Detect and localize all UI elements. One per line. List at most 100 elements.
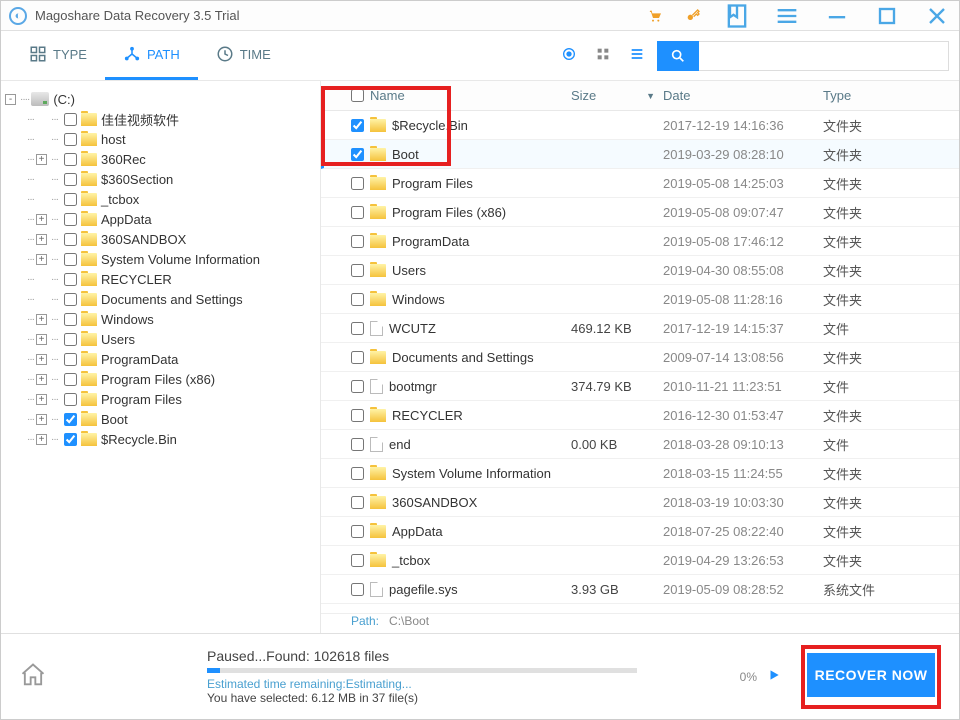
file-row[interactable]: _tcbox2019-04-29 13:26:53文件夹 bbox=[321, 546, 959, 575]
file-checkbox[interactable] bbox=[351, 409, 364, 422]
cart-icon[interactable] bbox=[647, 8, 663, 24]
expander-icon[interactable]: + bbox=[36, 234, 47, 245]
select-all-checkbox[interactable] bbox=[351, 89, 364, 102]
bookmark-icon[interactable] bbox=[723, 8, 751, 24]
expander-icon[interactable]: - bbox=[5, 94, 16, 105]
search-button[interactable] bbox=[657, 41, 699, 71]
expander-icon[interactable]: + bbox=[36, 254, 47, 265]
expander-icon[interactable]: + bbox=[36, 374, 47, 385]
file-checkbox[interactable] bbox=[351, 525, 364, 538]
tree-item[interactable]: ···+···Boot bbox=[1, 409, 320, 429]
file-row[interactable]: Program Files (x86)2019-05-08 09:07:47文件… bbox=[321, 198, 959, 227]
tree-item[interactable]: ···+···$Recycle.Bin bbox=[1, 429, 320, 449]
file-row[interactable]: WCUTZ469.12 KB2017-12-19 14:15:37文件 bbox=[321, 314, 959, 343]
maximize-icon[interactable] bbox=[873, 8, 901, 24]
preview-icon[interactable] bbox=[561, 46, 577, 65]
file-row[interactable]: pagefile.sys3.93 GB2019-05-09 08:28:52系统… bbox=[321, 575, 959, 604]
tree-item[interactable]: ··· ···RECYCLER bbox=[1, 269, 320, 289]
file-checkbox[interactable] bbox=[351, 496, 364, 509]
tree-item[interactable]: ··· ···$360Section bbox=[1, 169, 320, 189]
hamburger-icon[interactable] bbox=[773, 8, 801, 24]
tree-checkbox[interactable] bbox=[64, 133, 77, 146]
tree-pane[interactable]: -···· (C:) ··· ···佳佳视频软件··· ···host···+·… bbox=[1, 81, 321, 633]
tree-item[interactable]: ··· ···佳佳视频软件 bbox=[1, 109, 320, 129]
file-row[interactable]: AppData2018-07-25 08:22:40文件夹 bbox=[321, 517, 959, 546]
file-checkbox[interactable] bbox=[351, 293, 364, 306]
tree-root-drive[interactable]: -···· (C:) bbox=[1, 89, 320, 109]
grid-view-icon[interactable] bbox=[595, 46, 611, 65]
tree-checkbox[interactable] bbox=[64, 373, 77, 386]
expander-icon[interactable]: + bbox=[36, 354, 47, 365]
tree-item[interactable]: ···+···360SANDBOX bbox=[1, 229, 320, 249]
play-button[interactable] bbox=[767, 668, 781, 685]
file-checkbox[interactable] bbox=[351, 554, 364, 567]
tree-checkbox[interactable] bbox=[64, 353, 77, 366]
col-type-header[interactable]: Type bbox=[823, 88, 851, 103]
expander-icon[interactable]: + bbox=[36, 334, 47, 345]
search-input[interactable] bbox=[699, 41, 949, 71]
tree-checkbox[interactable] bbox=[64, 393, 77, 406]
tab-time[interactable]: TIME bbox=[198, 31, 289, 80]
file-row[interactable]: 360SANDBOX2018-03-19 10:03:30文件夹 bbox=[321, 488, 959, 517]
tree-checkbox[interactable] bbox=[64, 333, 77, 346]
tree-item[interactable]: ···+···Program Files bbox=[1, 389, 320, 409]
tree-checkbox[interactable] bbox=[64, 413, 77, 426]
tab-type[interactable]: TYPE bbox=[11, 31, 105, 80]
tree-item[interactable]: ···+···ProgramData bbox=[1, 349, 320, 369]
tree-item[interactable]: ··· ···Documents and Settings bbox=[1, 289, 320, 309]
file-checkbox[interactable] bbox=[351, 119, 364, 132]
tree-checkbox[interactable] bbox=[64, 433, 77, 446]
file-row[interactable]: Users2019-04-30 08:55:08文件夹 bbox=[321, 256, 959, 285]
file-row[interactable]: RECYCLER2016-12-30 01:53:47文件夹 bbox=[321, 401, 959, 430]
file-row[interactable]: bootmgr374.79 KB2010-11-21 11:23:51文件 bbox=[321, 372, 959, 401]
tree-checkbox[interactable] bbox=[64, 153, 77, 166]
minimize-icon[interactable] bbox=[823, 8, 851, 24]
tree-checkbox[interactable] bbox=[64, 253, 77, 266]
tree-checkbox[interactable] bbox=[64, 273, 77, 286]
file-row[interactable]: System Volume Information2018-03-15 11:2… bbox=[321, 459, 959, 488]
tree-checkbox[interactable] bbox=[64, 193, 77, 206]
file-checkbox[interactable] bbox=[351, 380, 364, 393]
tree-checkbox[interactable] bbox=[64, 213, 77, 226]
recover-now-button[interactable]: RECOVER NOW bbox=[807, 653, 935, 697]
file-row[interactable]: end0.00 KB2018-03-28 09:10:13文件 bbox=[321, 430, 959, 459]
file-checkbox[interactable] bbox=[351, 351, 364, 364]
tree-item[interactable]: ··· ···_tcbox bbox=[1, 189, 320, 209]
close-icon[interactable] bbox=[923, 8, 951, 24]
file-checkbox[interactable] bbox=[351, 438, 364, 451]
file-checkbox[interactable] bbox=[351, 177, 364, 190]
tree-item[interactable]: ···+···System Volume Information bbox=[1, 249, 320, 269]
file-list[interactable]: $Recycle.Bin2017-12-19 14:16:36文件夹Boot20… bbox=[321, 111, 959, 613]
list-view-icon[interactable] bbox=[629, 46, 645, 65]
file-row[interactable]: $Recycle.Bin2017-12-19 14:16:36文件夹 bbox=[321, 111, 959, 140]
tree-checkbox[interactable] bbox=[64, 173, 77, 186]
expander-icon[interactable]: + bbox=[36, 394, 47, 405]
file-checkbox[interactable] bbox=[351, 206, 364, 219]
sort-arrow-icon[interactable]: ▼ bbox=[646, 91, 655, 101]
file-row[interactable]: Boot2019-03-29 08:28:10文件夹 bbox=[321, 140, 959, 169]
tree-checkbox[interactable] bbox=[64, 113, 77, 126]
home-button[interactable] bbox=[19, 661, 47, 692]
tree-item[interactable]: ···+···AppData bbox=[1, 209, 320, 229]
tree-checkbox[interactable] bbox=[64, 293, 77, 306]
tree-checkbox[interactable] bbox=[64, 233, 77, 246]
expander-icon[interactable]: + bbox=[36, 154, 47, 165]
expander-icon[interactable]: + bbox=[36, 214, 47, 225]
file-checkbox[interactable] bbox=[351, 467, 364, 480]
tree-item[interactable]: ···+···360Rec bbox=[1, 149, 320, 169]
file-checkbox[interactable] bbox=[351, 148, 364, 161]
tab-path[interactable]: PATH bbox=[105, 31, 198, 80]
file-checkbox[interactable] bbox=[351, 583, 364, 596]
col-date-header[interactable]: Date bbox=[663, 88, 690, 103]
tree-item[interactable]: ···+···Program Files (x86) bbox=[1, 369, 320, 389]
key-icon[interactable] bbox=[685, 8, 701, 24]
tree-item[interactable]: ···+···Windows bbox=[1, 309, 320, 329]
file-checkbox[interactable] bbox=[351, 235, 364, 248]
expander-icon[interactable]: + bbox=[36, 314, 47, 325]
tree-item[interactable]: ···+···Users bbox=[1, 329, 320, 349]
expander-icon[interactable]: + bbox=[36, 434, 47, 445]
file-row[interactable]: ProgramData2019-05-08 17:46:12文件夹 bbox=[321, 227, 959, 256]
file-row[interactable]: Documents and Settings2009-07-14 13:08:5… bbox=[321, 343, 959, 372]
tree-checkbox[interactable] bbox=[64, 313, 77, 326]
expander-icon[interactable]: + bbox=[36, 414, 47, 425]
